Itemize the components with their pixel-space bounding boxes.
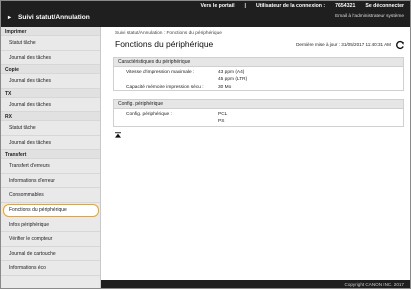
page-section-title: ▸ Suivi statut/Annulation xyxy=(8,14,90,21)
panel-config: Config. périphérique Config. périphériqu… xyxy=(113,99,404,127)
sidebar-item-journal-tx[interactable]: Journal des tâches xyxy=(1,98,100,112)
sidebar-item-journal-cartouche[interactable]: Journal de cartouche xyxy=(1,247,100,261)
row-label: Config. périphérique : xyxy=(126,112,172,117)
email-admin-link[interactable]: Email à l'administrateur système xyxy=(335,14,404,19)
panel-header: Caractéristiques du périphérique xyxy=(114,58,403,67)
sidebar-item-journal-copie[interactable]: Journal des tâches xyxy=(1,74,100,89)
portal-link[interactable]: Vers le portail xyxy=(200,3,234,9)
row-value: 43 ppm (A4) xyxy=(218,70,245,75)
main-content: Suivi statut/Annulation : Fonctions du p… xyxy=(102,27,410,288)
sidebar-item-fonctions-peripherique[interactable]: Fonctions du périphérique xyxy=(3,203,99,217)
login-user-id: 7654321 xyxy=(335,3,356,9)
row-vitesse: Vitesse d'impression maximale : 43 ppm (… xyxy=(114,67,403,91)
row-value: 30 Mo xyxy=(218,85,232,90)
panel-header: Config. périphérique xyxy=(114,100,403,109)
chevron-right-icon: ▸ xyxy=(8,14,12,21)
last-updated: Dernière mise à jour : 31/05/2017 11:40:… xyxy=(296,42,391,47)
sidebar-item-informations-eco[interactable]: Informations éco xyxy=(1,261,100,276)
sidebar-item-transfert-erreurs[interactable]: Transfert d'erreurs xyxy=(1,159,100,174)
footer: Copyright CANON INC. 2017 xyxy=(101,280,410,288)
top-bar: Vers le portail | Utilisateur de la conn… xyxy=(1,1,410,27)
row-value: PS xyxy=(218,119,225,124)
login-user-label: Utilisateur de la connexion : xyxy=(255,3,326,9)
page-title: Fonctions du périphérique xyxy=(115,39,214,49)
sidebar-section-copie: Copie xyxy=(1,65,100,74)
sidebar-item-verifier-compteur[interactable]: Vérifier le compteur xyxy=(1,232,100,247)
sidebar-item-statut-tache-imprimer[interactable]: Statut tâche xyxy=(1,36,100,51)
breadcrumb: Suivi statut/Annulation : Fonctions du p… xyxy=(115,31,222,36)
sidebar-item-informations-erreur[interactable]: Informations d'erreur xyxy=(1,174,100,188)
section-title-text: Suivi statut/Annulation xyxy=(18,14,90,21)
sidebar-item-journal-rx[interactable]: Journal des tâches xyxy=(1,136,100,150)
sidebar-section-imprimer: Imprimer xyxy=(1,27,100,36)
panel-caracteristiques: Caractéristiques du périphérique Vitesse… xyxy=(113,57,404,91)
sidebar-item-infos-peripherique[interactable]: Infos périphérique xyxy=(1,218,100,232)
header-links: Vers le portail | Utilisateur de la conn… xyxy=(200,3,404,9)
row-label: Capacité mémoire impression sécu : xyxy=(126,85,204,90)
sidebar-item-journal-imprimer[interactable]: Journal des tâches xyxy=(1,51,100,65)
row-value: PCL xyxy=(218,112,228,117)
back-to-top-icon[interactable] xyxy=(114,132,122,138)
refresh-icon[interactable] xyxy=(395,40,405,50)
sidebar-section-tx: TX xyxy=(1,88,100,98)
separator: | xyxy=(244,3,246,9)
logout-link[interactable]: Se déconnecter xyxy=(365,3,404,9)
app-window: { "header": { "links": ["Vers le portail… xyxy=(0,0,411,289)
sidebar: Imprimer Statut tâche Journal des tâches… xyxy=(1,27,101,288)
row-config: Config. périphérique : PCL PS xyxy=(114,109,403,127)
sidebar-item-consommables[interactable]: Consommables xyxy=(1,188,100,203)
sidebar-section-transfert: Transfert xyxy=(1,150,100,159)
row-label: Vitesse d'impression maximale : xyxy=(126,70,195,75)
sidebar-item-statut-tache-rx[interactable]: Statut tâche xyxy=(1,121,100,136)
row-value: 45 ppm (LTR) xyxy=(218,77,248,82)
sidebar-section-rx: RX xyxy=(1,112,100,121)
